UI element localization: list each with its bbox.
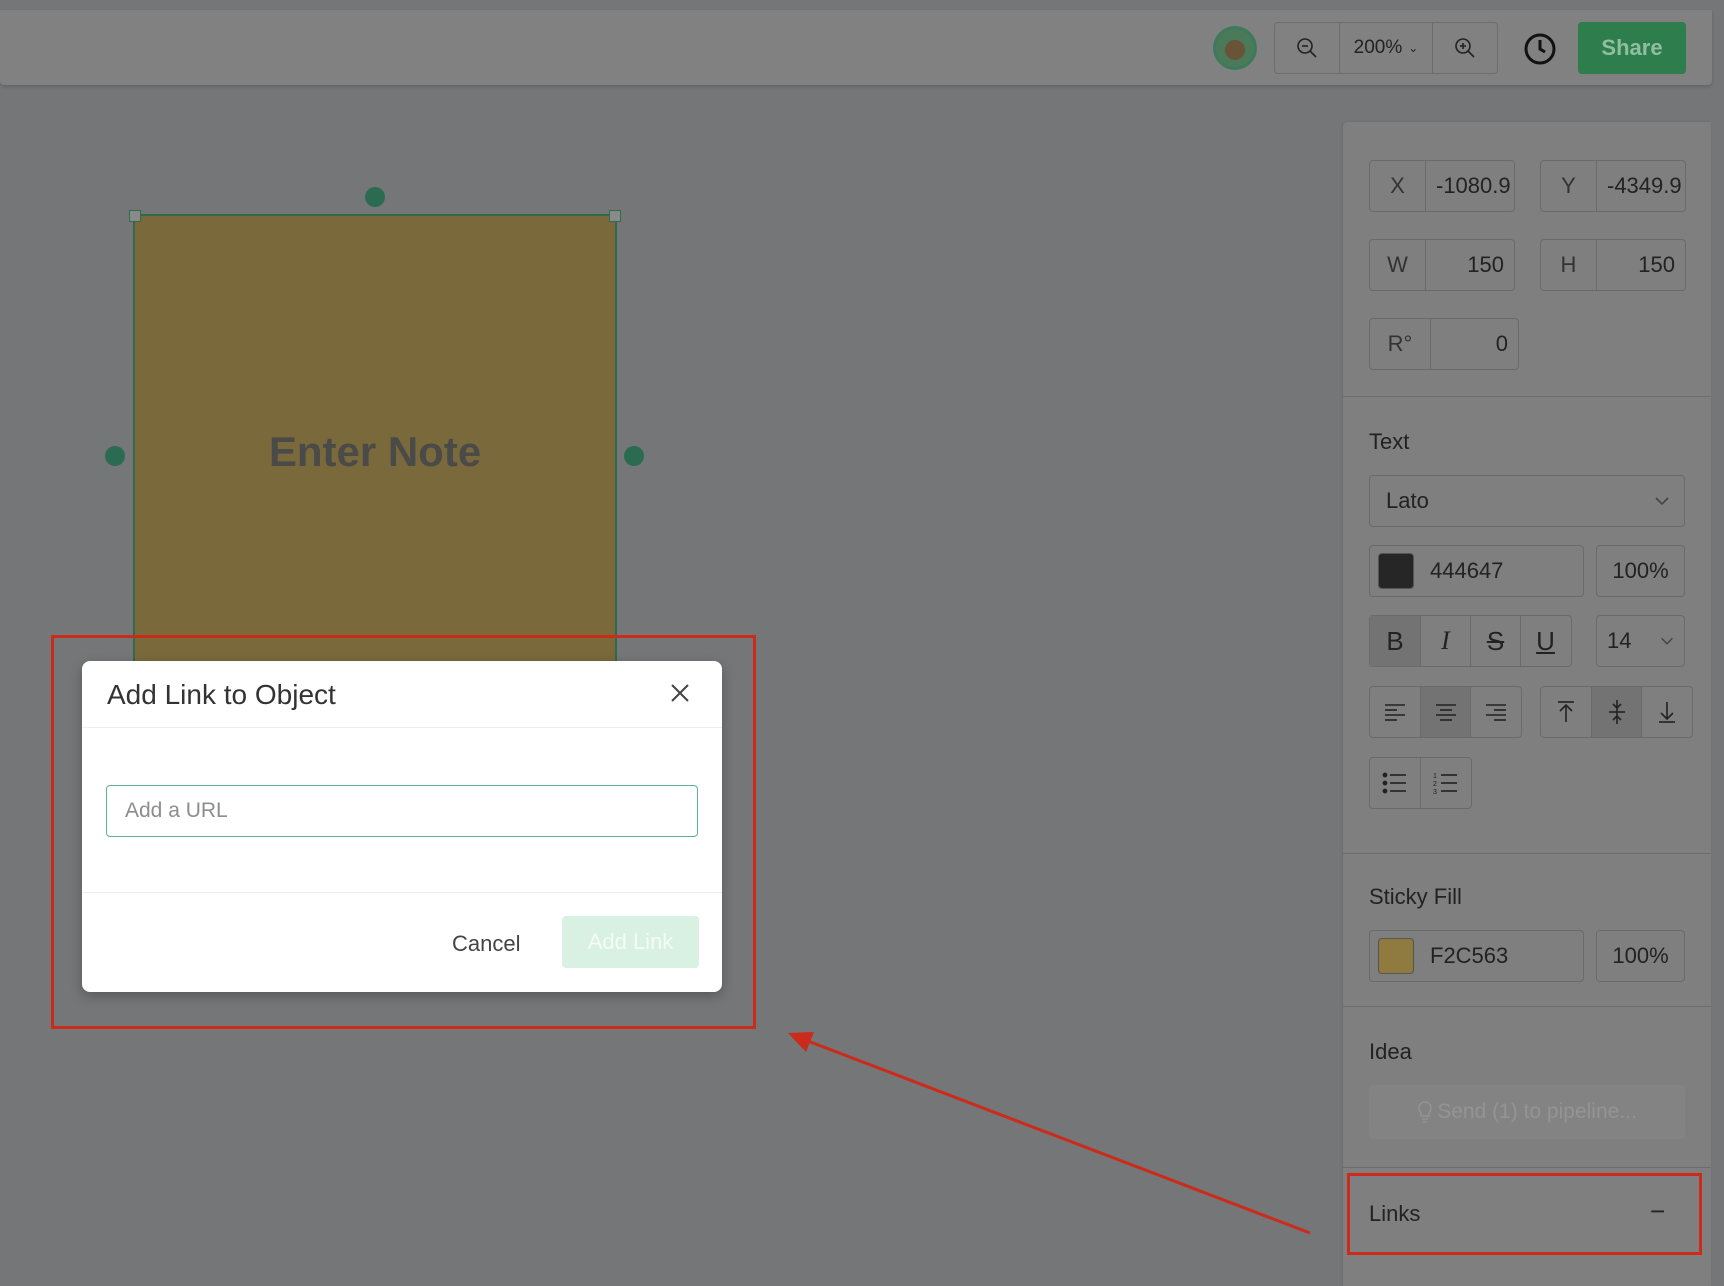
annotation-arrow — [788, 1032, 1311, 1235]
